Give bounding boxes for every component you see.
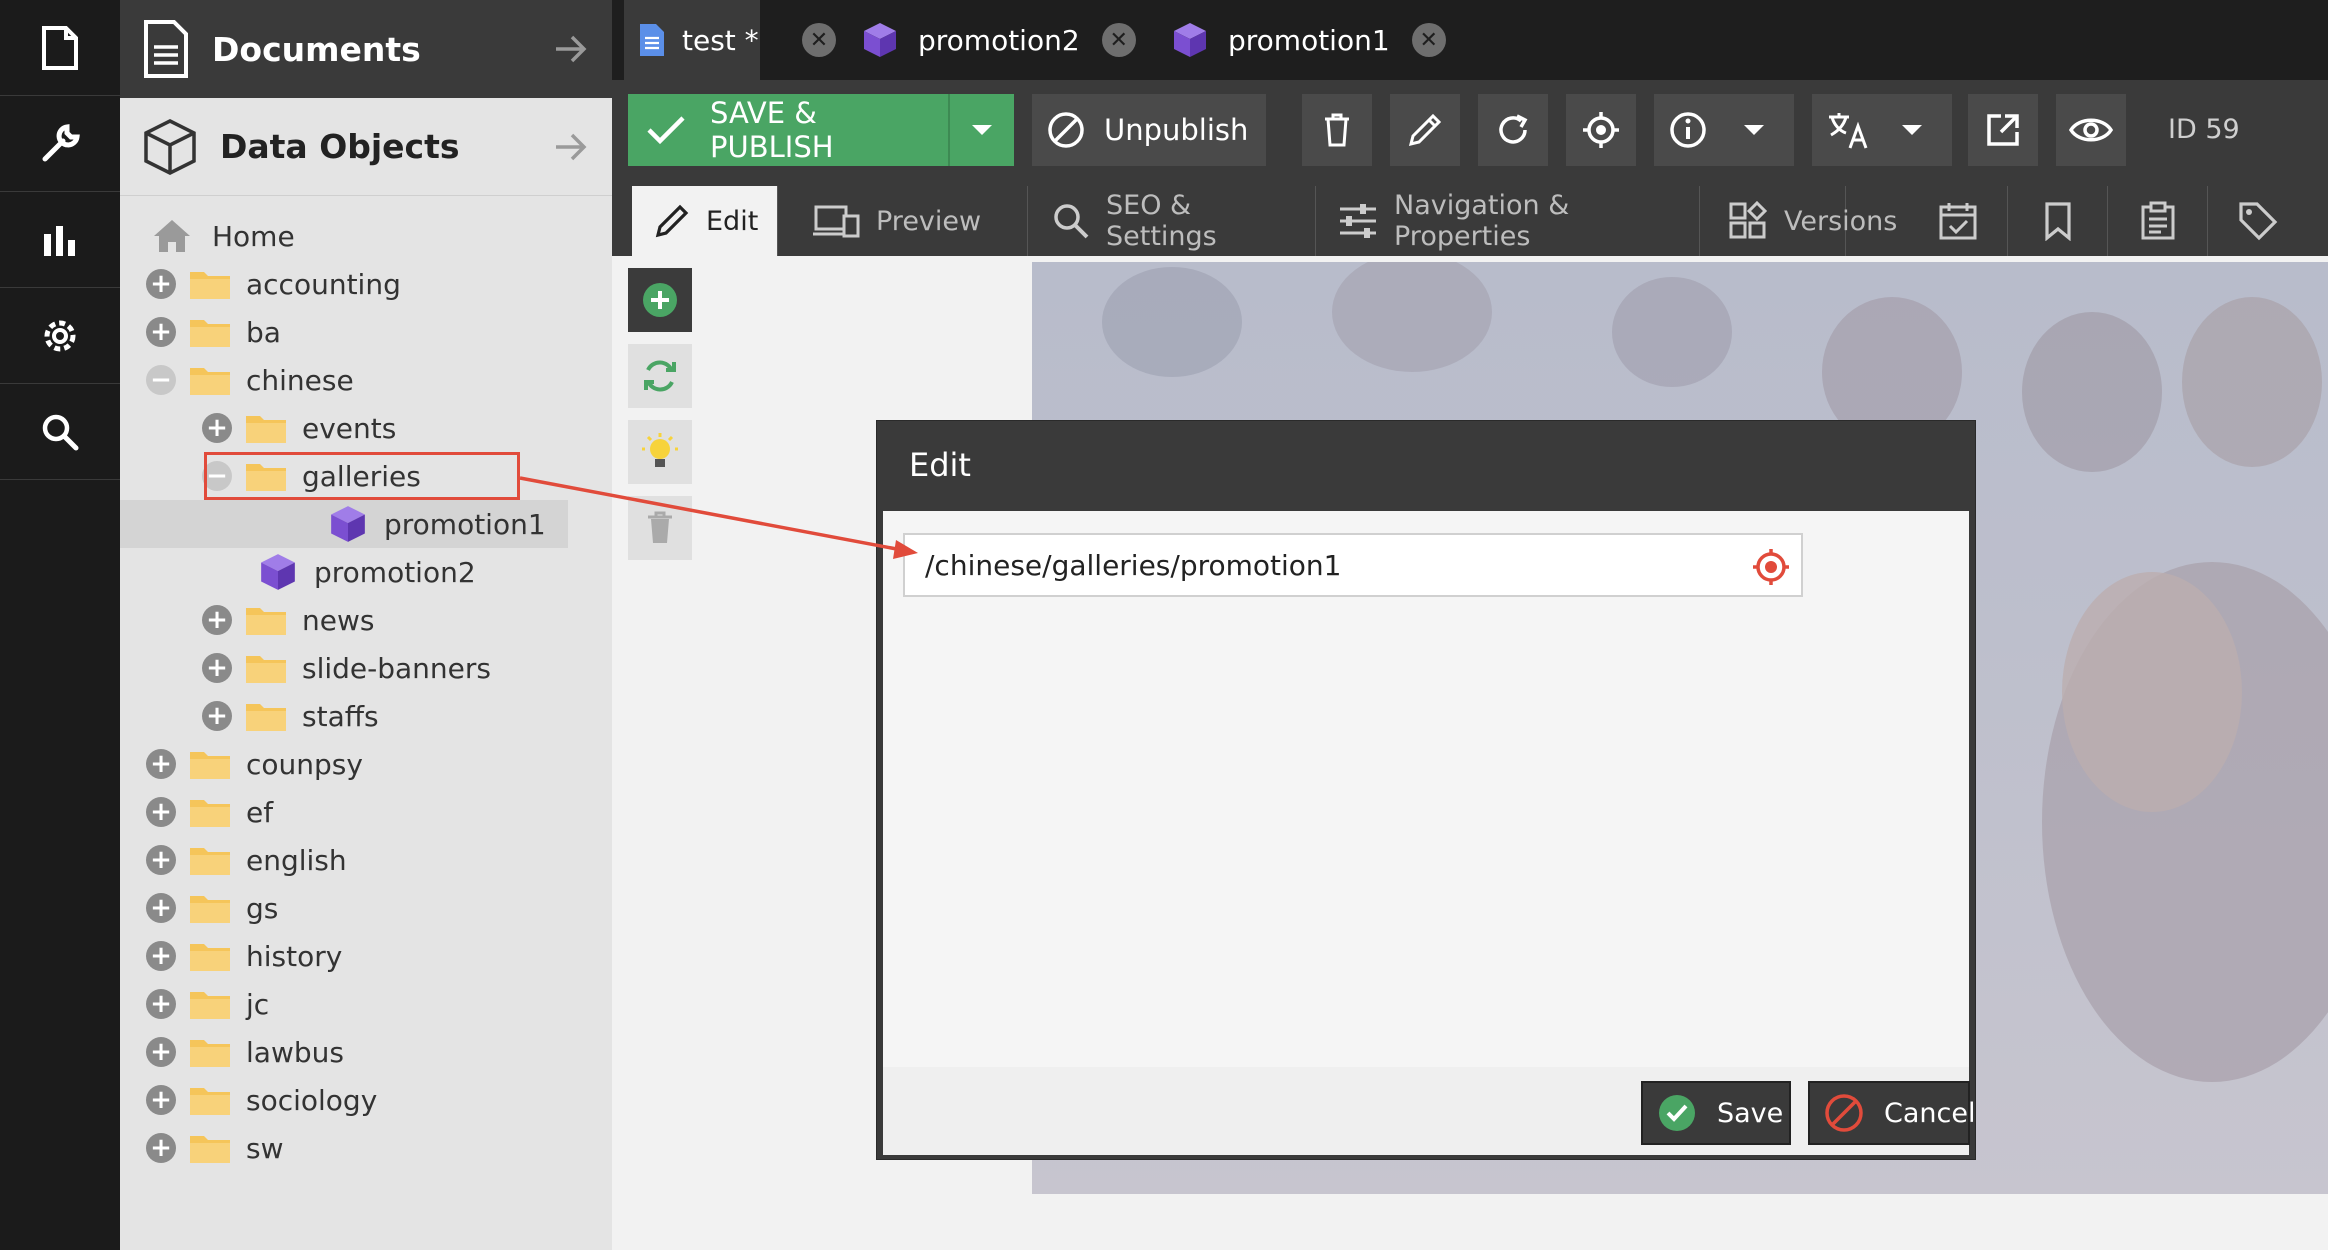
annotation-arrow [519, 476, 918, 559]
